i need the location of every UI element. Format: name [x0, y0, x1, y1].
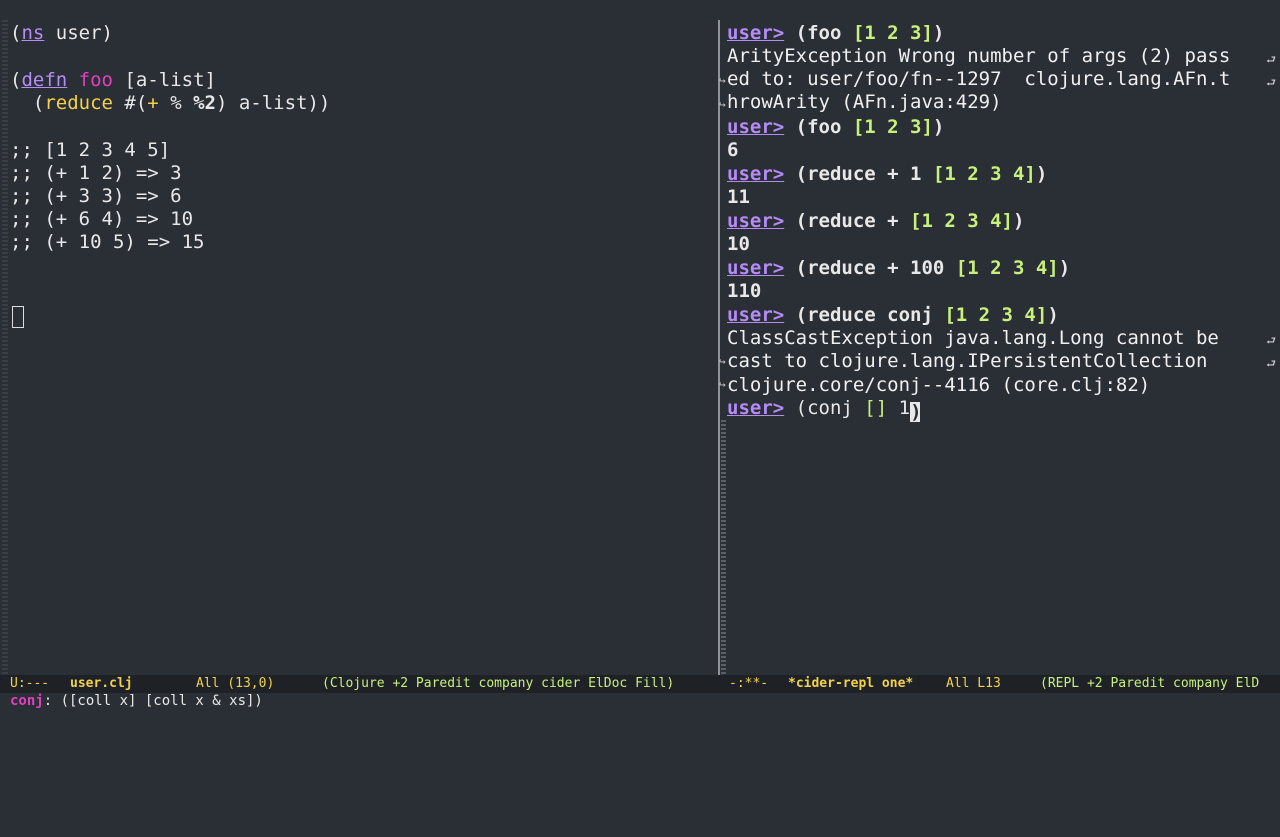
eldoc-signature: : ([coll x] [coll x & xs]): [43, 693, 263, 709]
wrap-arrow-icon: ⮐: [1266, 76, 1276, 89]
editor-pane-user-clj[interactable]: (ns user) (defn foo [a-list] (reduce #(+…: [10, 20, 715, 675]
comment-line: ;; (+ 10 5) => 15: [10, 231, 205, 253]
wrap-arrow-icon: ⮐: [1266, 53, 1276, 66]
repl-error-line: ClassCastException java.lang.Long cannot…: [727, 327, 1219, 349]
repl-input-line: user> (reduce conj [1 2 3 4]): [727, 304, 1059, 326]
eldoc-function-name: conj: [10, 693, 44, 709]
reduce-symbol: reduce: [44, 92, 113, 114]
repl-input-line: user> (foo [1 2 3]): [727, 22, 945, 44]
wrap-arrow-icon: ⮐: [1266, 357, 1276, 370]
wrap-arrow-icon: ↪: [719, 355, 726, 368]
repl-error-line: hrowArity (AFn.java:429): [727, 91, 1002, 113]
right-buffer-state: -:**-: [729, 676, 769, 691]
repl-input-line: user> (reduce + [1 2 3 4]): [727, 210, 1025, 232]
comment-line: ;; (+ 3 3) => 6: [10, 185, 182, 207]
comment-line: ;; [1 2 3 4 5]: [10, 139, 171, 161]
repl-error-line: ed to: user/foo/fn--1297 clojure.lang.AF…: [727, 68, 1231, 90]
function-name: foo: [78, 69, 113, 91]
repl-result: 11: [727, 186, 750, 208]
wrap-arrow-icon: ↪: [719, 74, 726, 87]
comment-line: ;; (+ 6 4) => 10: [10, 208, 194, 230]
code-line-ns: (ns user): [10, 22, 113, 44]
code-line-reduce: (reduce #(+ % %2) a-list)): [10, 92, 331, 114]
repl-pane[interactable]: user> (foo [1 2 3]) ArityException Wrong…: [727, 20, 1270, 675]
text-cursor: ): [910, 401, 922, 423]
repl-error-line: clojure.core/conj--4116 (core.clj:82): [727, 374, 1151, 396]
repl-error-line: ArityException Wrong number of args (2) …: [727, 45, 1231, 67]
code-line-defn: (defn foo [a-list]: [10, 69, 216, 91]
repl-result: 10: [727, 233, 750, 255]
repl-result: 6: [727, 139, 739, 161]
wrap-arrow-icon: ↪: [719, 98, 726, 111]
repl-result: 110: [727, 280, 762, 302]
minibuffer-eldoc: conj: ([coll x] [coll x & xs]): [10, 690, 263, 712]
right-position: All L13: [946, 676, 1001, 691]
repl-input-line: user> (reduce + 100 [1 2 3 4]): [727, 257, 1071, 279]
repl-input-line: user> (foo [1 2 3]): [727, 116, 945, 138]
repl-error-line: cast to clojure.lang.IPersistentCollecti…: [727, 350, 1208, 372]
left-fringe: [2, 20, 8, 675]
comment-line: ;; (+ 1 2) => 3: [10, 162, 182, 184]
wrap-arrow-icon: ↪: [719, 378, 726, 391]
right-fringe: [721, 420, 726, 675]
left-major-minor-modes[interactable]: (Clojure +2 Paredit company cider ElDoc …: [322, 675, 674, 693]
repl-current-input[interactable]: user> (conj [] 1): [727, 397, 922, 423]
right-buffer-name[interactable]: *cider-repl one*: [788, 675, 913, 693]
defn-keyword: defn: [21, 69, 68, 91]
ns-keyword: ns: [21, 22, 45, 44]
repl-input-line: user> (reduce + 1 [1 2 3 4]): [727, 163, 1048, 185]
wrap-arrow-icon: ⮐: [1266, 334, 1276, 347]
inactive-cursor: [12, 306, 24, 328]
window-divider[interactable]: [718, 20, 720, 675]
right-major-minor-modes[interactable]: (REPL +2 Paredit company ElD: [1040, 675, 1259, 693]
